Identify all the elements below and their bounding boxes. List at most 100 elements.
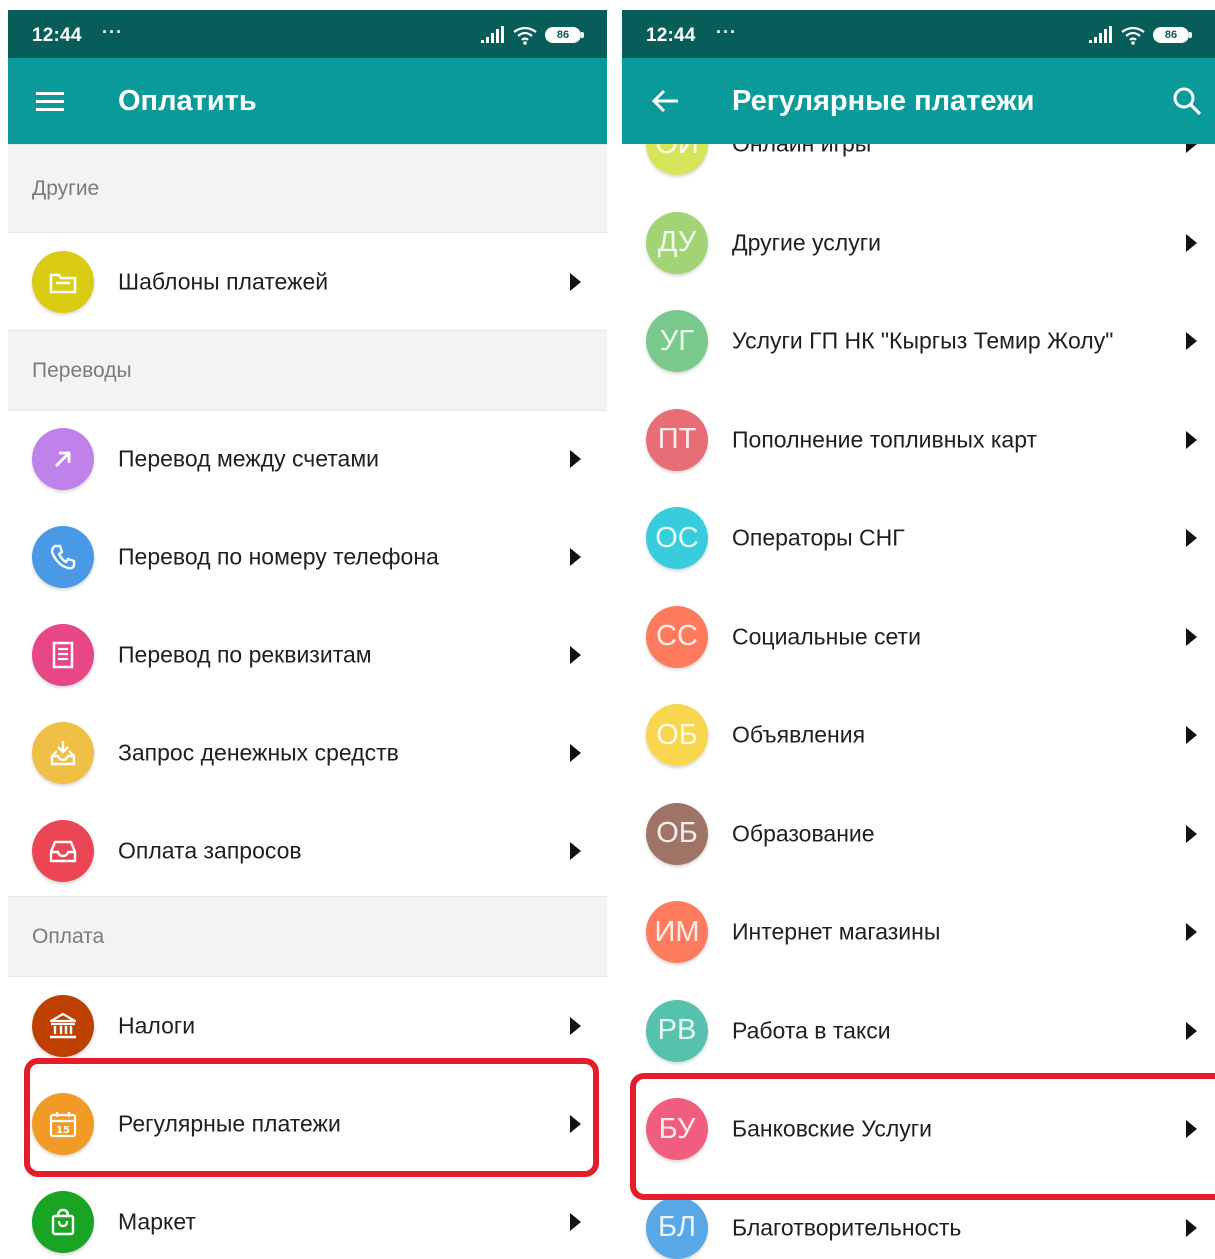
list-item-label: Налоги xyxy=(118,1012,196,1039)
list-item-category[interactable]: СС Социальные сети xyxy=(622,588,1215,686)
chevron-right-icon xyxy=(1186,144,1197,153)
chevron-right-icon xyxy=(570,646,581,664)
category-abbreviation: ОБ xyxy=(656,718,698,751)
wifi-icon xyxy=(1121,26,1145,45)
shopping-bag-icon xyxy=(32,1191,94,1253)
chevron-right-icon xyxy=(1186,1120,1197,1138)
regular-payments-list: ОИ Онлайн игры ДУ Другие услуги УГ Услуги ГП … xyxy=(622,144,1215,1259)
list-item-label: Онлайн игры xyxy=(732,144,871,158)
list-item-transfer-between-accounts[interactable]: Перевод между счетами xyxy=(8,410,607,508)
chevron-right-icon xyxy=(570,450,581,468)
list-item-category[interactable]: ДУ Другие услуги xyxy=(622,194,1215,292)
chevron-right-icon xyxy=(570,842,581,860)
list-item-label: Работа в такси xyxy=(732,1017,891,1043)
list-item-category[interactable]: БЛ Благотворительность xyxy=(622,1179,1215,1259)
chevron-right-icon xyxy=(1186,332,1197,350)
chevron-right-icon xyxy=(570,1213,581,1231)
category-abbreviation: СС xyxy=(656,620,698,652)
status-bar: 12:44 ··· 86 xyxy=(622,10,1215,58)
chevron-right-icon xyxy=(1186,1218,1197,1237)
list-item-pay-requests[interactable]: Оплата запросов xyxy=(8,802,607,900)
section-label: Оплата xyxy=(32,924,105,948)
section-label: Переводы xyxy=(32,358,132,382)
list-item-category[interactable]: ОС Операторы СНГ xyxy=(622,489,1215,587)
list-item-label: Пополнение топливных карт xyxy=(732,426,1038,452)
list-item-category[interactable]: ОБ Образование xyxy=(622,785,1215,883)
chevron-right-icon xyxy=(1186,529,1197,547)
list-item-category[interactable]: УГ Услуги ГП НК "Кыргыз Темир Жолу" xyxy=(622,292,1215,390)
category-avatar: БУ xyxy=(646,1098,708,1160)
bank-icon xyxy=(32,995,94,1057)
category-avatar: ОБ xyxy=(646,704,708,766)
back-arrow-icon[interactable] xyxy=(650,85,682,117)
list-item-category[interactable]: БУ Банковские Услуги xyxy=(622,1080,1215,1178)
menu-icon[interactable] xyxy=(34,85,66,117)
status-time: 12:44 xyxy=(32,25,82,46)
category-abbreviation: БУ xyxy=(658,1112,696,1145)
list-item-label: Перевод между счетами xyxy=(118,445,379,472)
list-item-transfer-by-details[interactable]: Перевод по реквизитам xyxy=(8,606,607,704)
list-item-label: Перевод по номеру телефона xyxy=(118,543,439,570)
list-item-category[interactable]: ОБ Объявления xyxy=(622,686,1215,784)
notification-dots: ··· xyxy=(102,22,123,42)
battery-icon: 86 xyxy=(1153,27,1192,43)
category-avatar: ДУ xyxy=(646,211,708,274)
list-item-payment-templates[interactable]: Шаблоны платежей xyxy=(8,233,607,331)
list-item-transfer-by-phone[interactable]: Перевод по номеру телефона xyxy=(8,508,607,606)
chevron-right-icon xyxy=(1186,824,1197,843)
search-icon[interactable] xyxy=(1171,85,1203,117)
category-avatar: ПТ xyxy=(646,408,708,471)
list-item-label: Услуги ГП НК "Кыргыз Темир Жолу" xyxy=(732,327,1114,354)
category-abbreviation: ОИ xyxy=(655,144,698,161)
category-avatar: СС xyxy=(646,605,708,668)
document-icon xyxy=(32,624,94,686)
chevron-right-icon xyxy=(1186,627,1197,646)
category-abbreviation: ОБ xyxy=(656,817,698,849)
list-item-category[interactable]: ОИ Онлайн игры xyxy=(622,144,1215,193)
chevron-right-icon xyxy=(570,273,581,291)
chevron-right-icon xyxy=(1186,1021,1197,1040)
category-abbreviation: ОС xyxy=(655,521,699,554)
calendar-icon: 15 xyxy=(32,1093,94,1155)
list-item-label: Перевод по реквизитам xyxy=(118,641,372,668)
list-item-category[interactable]: ИМ Интернет магазины xyxy=(622,883,1215,981)
chevron-right-icon xyxy=(570,744,581,762)
status-icons: 86 xyxy=(481,24,584,46)
arrow-up-right-icon xyxy=(32,428,94,490)
app-bar: Оплатить xyxy=(8,58,607,144)
category-abbreviation: УГ xyxy=(659,324,695,357)
list-item-market[interactable]: Маркет xyxy=(8,1173,607,1259)
tray-icon xyxy=(32,820,94,882)
category-avatar: ИМ xyxy=(646,901,708,963)
page-title: Регулярные платежи xyxy=(732,85,1035,117)
list-item-money-request[interactable]: Запрос денежных средств xyxy=(8,704,607,802)
signal-icon xyxy=(481,26,504,43)
list-item-label: Социальные сети xyxy=(732,623,921,649)
category-abbreviation: ПТ xyxy=(657,423,697,455)
right-phone-screen: 12:44 ··· 86 Регулярные платежи ДУ Други… xyxy=(622,10,1215,1259)
wifi-icon xyxy=(513,26,537,45)
category-abbreviation: ИМ xyxy=(654,915,700,948)
list-item-taxes[interactable]: Налоги xyxy=(8,977,607,1075)
left-phone-screen: 12:44 ··· 86 Оплатить Другие Шаблоны пла… xyxy=(8,10,607,1259)
list-item-label: Банковские Услуги xyxy=(732,1115,932,1142)
phone-icon xyxy=(32,526,94,588)
list-item-regular-payments[interactable]: 15 Регулярные платежи xyxy=(8,1075,607,1173)
signal-icon xyxy=(1089,26,1112,43)
list-item-category[interactable]: РВ Работа в такси xyxy=(622,982,1215,1080)
inbox-download-icon xyxy=(32,722,94,784)
section-label: Другие xyxy=(32,176,100,200)
chevron-right-icon xyxy=(1186,726,1197,744)
notification-dots: ··· xyxy=(716,22,737,42)
category-avatar: БЛ xyxy=(646,1196,708,1259)
folder-icon xyxy=(32,251,94,313)
status-time: 12:44 xyxy=(646,25,696,46)
list-item-category[interactable]: ПТ Пополнение топливных карт xyxy=(622,391,1215,489)
list-item-label: Образование xyxy=(732,820,875,846)
category-avatar: РВ xyxy=(646,999,708,1062)
category-avatar: ОИ xyxy=(646,144,708,175)
list-item-label: Шаблоны платежей xyxy=(118,268,329,295)
list-item-label: Благотворительность xyxy=(732,1214,962,1240)
chevron-right-icon xyxy=(570,548,581,566)
list-item-label: Объявления xyxy=(732,721,866,748)
